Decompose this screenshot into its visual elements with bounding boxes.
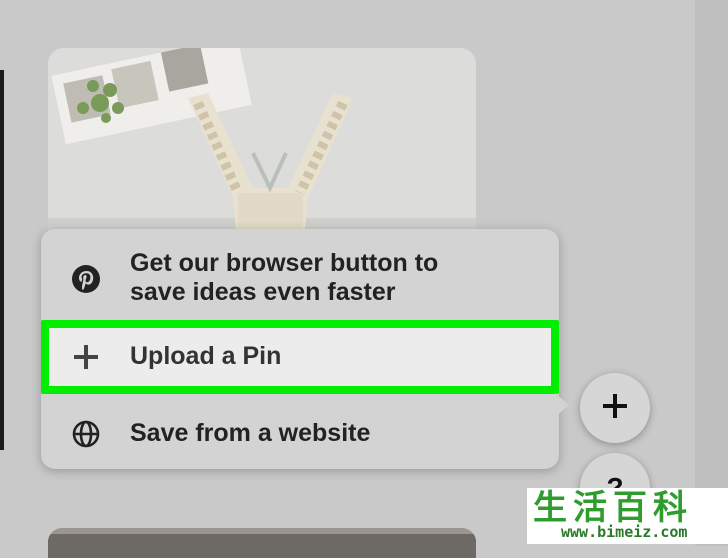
left-edge	[0, 70, 4, 450]
right-panel	[695, 0, 728, 546]
pin-card-next[interactable]	[48, 528, 476, 558]
watermark: 生 活 百 科 www.bimeiz.com	[527, 488, 728, 544]
watermark-char: 活	[573, 488, 607, 528]
save-from-website-label: Save from a website	[130, 419, 371, 447]
browser-button-label-line1: Get our browser button to	[130, 249, 439, 277]
upload-pin-item[interactable]: Upload a Pin	[41, 320, 559, 394]
watermark-url: www.bimeiz.com	[561, 523, 688, 541]
save-from-website-item[interactable]: Save from a website	[41, 417, 559, 451]
create-button[interactable]	[580, 373, 650, 443]
plus-icon	[601, 392, 629, 425]
browser-button-label-line2: save ideas even faster	[130, 278, 396, 306]
watermark-char: 生	[533, 488, 567, 528]
watermark-logo-text: 生 活 百 科	[533, 488, 687, 528]
plus-icon	[71, 342, 101, 372]
popup-pointer	[555, 393, 569, 417]
upload-pin-label: Upload a Pin	[130, 342, 282, 370]
create-menu-popup: Get our browser button to save ideas eve…	[41, 229, 559, 469]
browser-button-item[interactable]: Get our browser button to save ideas eve…	[41, 247, 559, 311]
globe-icon	[71, 419, 101, 449]
browser-button-label: Get our browser button to save ideas eve…	[130, 249, 530, 307]
pinterest-icon	[71, 264, 101, 294]
watermark-char: 百	[613, 488, 647, 528]
watermark-char: 科	[653, 488, 687, 528]
